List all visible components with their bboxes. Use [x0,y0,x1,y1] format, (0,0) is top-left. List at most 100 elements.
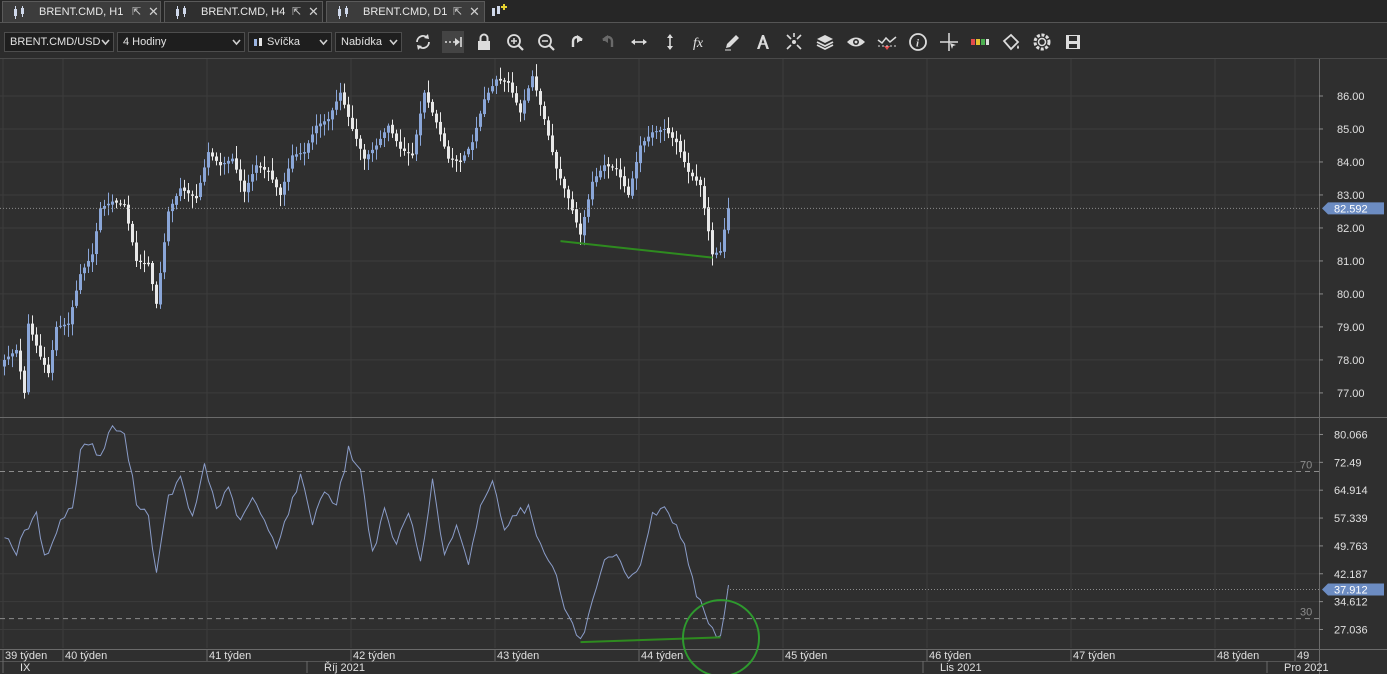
candle-body [423,92,426,113]
candle-body [475,127,478,142]
candle-body [183,187,186,191]
alerts-icon[interactable] [876,31,898,53]
redo-icon[interactable] [597,31,619,53]
price-side-select[interactable]: Nabídka [335,32,402,52]
close-icon[interactable]: ✕ [308,4,320,19]
candle-body [283,181,286,195]
candle-body [563,178,566,189]
candle-body [655,131,658,133]
paint-bucket-icon[interactable] [1000,31,1022,53]
close-icon[interactable]: ✕ [148,4,160,19]
candle-body [703,186,706,209]
chevron-down-icon [101,39,110,46]
text-tool-icon[interactable] [752,31,774,53]
price-axis-label: 78.00 [1337,355,1365,367]
candle-body [175,196,178,205]
candle-body [359,138,362,149]
rsi-axis-label: 64.914 [1334,485,1368,497]
week-label: 42 týden [353,650,395,662]
vertical-fit-icon[interactable] [659,31,681,53]
candle-body [711,230,714,255]
candle-body [59,325,62,327]
candle-body [155,284,158,304]
close-icon[interactable]: ✕ [469,4,481,19]
instrument-value: BRENT.CMD/USD [10,36,101,48]
save-icon[interactable] [1062,31,1084,53]
candle-body [555,152,558,169]
instrument-select[interactable]: BRENT.CMD/USD [4,32,114,52]
lock-icon[interactable] [473,31,495,53]
chart-canvas[interactable]: 86.00 85.00 84.00 83.00 82.00 81.00 80.00 79.00… [0,59,1387,674]
eye-icon[interactable] [845,31,867,53]
add-chart-tab-icon[interactable] [490,3,508,20]
pencil-icon[interactable] [721,31,743,53]
popout-icon[interactable]: ⇱ [453,5,465,18]
candle-body [487,92,490,101]
layers-icon[interactable] [814,31,836,53]
color-scheme-icon[interactable] [969,31,991,53]
candle-body [375,145,378,150]
candle-body [595,176,598,183]
candle-body [191,194,194,196]
popout-icon[interactable]: ⇱ [292,5,304,18]
price-side-value: Nabídka [341,36,382,48]
period-select[interactable]: 4 Hodiny [117,32,245,52]
tab-brent-h1[interactable]: BRENT.CMD, H1 ⇱ ✕ [2,1,161,22]
rsi-level-label: 70 [1300,459,1312,471]
candle-body [347,104,350,117]
tab-brent-h4[interactable]: BRENT.CMD, H4 ⇱ ✕ [164,1,323,22]
candle-body [87,260,90,267]
candle-body [611,166,614,168]
price-axis-label: 84.00 [1337,157,1365,169]
horizontal-fit-icon[interactable] [628,31,650,53]
settings-icon[interactable] [1031,31,1053,53]
rsi-axis-label: 27.036 [1334,624,1368,636]
info-icon[interactable]: i [907,31,929,53]
indicator-fx-icon[interactable]: fx [690,31,712,53]
shift-chart-icon[interactable] [442,31,464,53]
candle-body [411,153,414,156]
candle-body [299,153,302,155]
tab-brent-d1[interactable]: BRENT.CMD, D1 ⇱ ✕ [326,1,485,22]
candle-body [575,209,578,223]
rsi-axis-label: 34.612 [1334,597,1368,609]
candle-body [43,357,46,365]
candle-body [227,160,230,164]
candle-body [319,123,322,127]
popout-icon[interactable]: ⇱ [132,5,144,18]
candle-body [651,132,654,138]
candle-body [259,166,262,168]
candle-body [251,174,254,182]
candle-body [247,182,250,193]
candle-body [71,307,74,325]
chart-area[interactable]: 86.00 85.00 84.00 83.00 82.00 81.00 80.00 79.00… [0,59,1387,674]
cursor-icon[interactable] [938,31,960,53]
candle-body [351,117,354,129]
candle-body [343,92,346,105]
candle-body [135,242,138,261]
crosshair-icon[interactable] [783,31,805,53]
week-label: 43 týden [497,650,539,662]
zoom-in-icon[interactable] [504,31,526,53]
current-rsi-label: 37.912 [1334,584,1368,596]
candle-body [279,187,282,195]
candle-body [623,176,626,187]
chart-type-select[interactable]: Svíčka [248,32,332,52]
price-axis-label: 81.00 [1337,256,1365,268]
candle-body [579,223,582,235]
price-axis-label: 82.00 [1337,223,1365,235]
candle-body [303,152,306,154]
week-label: 49 [1297,650,1309,662]
candle-body [31,323,34,335]
tab-label: BRENT.CMD, D1 [363,6,448,18]
zoom-out-icon[interactable] [535,31,557,53]
refresh-icon[interactable] [412,31,434,53]
candle-body [399,141,402,149]
candle-body [107,203,110,206]
month-label: IX [20,662,31,674]
candle-body [211,152,214,157]
candle-body [339,92,342,101]
candle-body [159,273,162,305]
undo-icon[interactable] [566,31,588,53]
candle-body [707,207,710,232]
